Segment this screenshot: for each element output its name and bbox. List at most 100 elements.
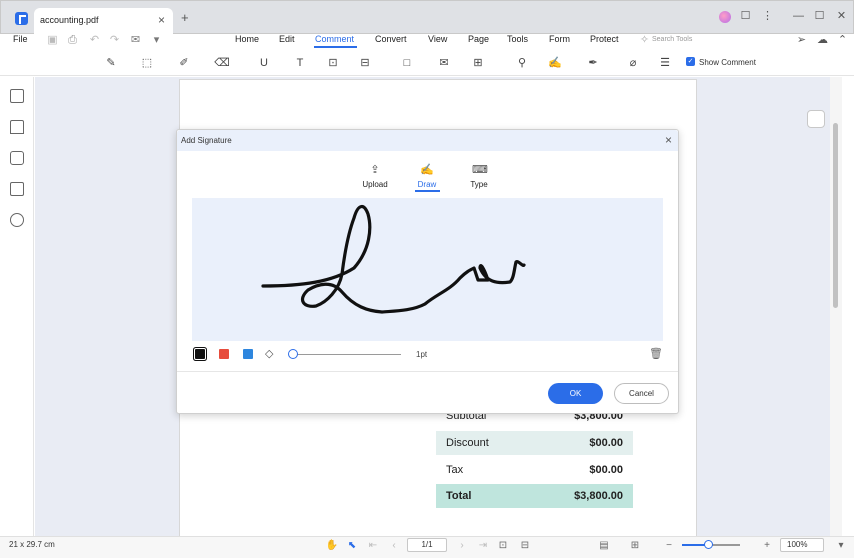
new-tab-button[interactable]: + [181, 11, 189, 24]
clear-signature-icon[interactable]: 🗑 [649, 347, 663, 360]
dialog-header: Add Signature × [177, 130, 678, 151]
measure-tool-icon[interactable]: ⊞ [470, 55, 486, 71]
page-number-input[interactable]: 1/1 [407, 538, 447, 552]
cancel-button[interactable]: Cancel [614, 383, 669, 404]
tab-type[interactable]: ⌨ Type [459, 163, 499, 189]
zoom-slider-thumb[interactable] [704, 540, 713, 549]
left-sidebar [0, 77, 34, 536]
attachments-panel-icon[interactable] [10, 182, 24, 196]
tab-upload-label: Upload [362, 180, 388, 189]
area-highlight-icon[interactable]: ⬚ [139, 55, 155, 71]
eraser-tool-icon[interactable]: ⌫ [214, 55, 230, 71]
thumbnails-icon[interactable] [10, 89, 24, 103]
page-size-label: 21 x 29.7 cm [9, 540, 55, 549]
menu-tools[interactable]: Tools [507, 34, 528, 44]
signature-drawing [261, 205, 526, 314]
cloud-upload-icon[interactable]: ☁ [816, 34, 829, 47]
comment-list-icon[interactable]: ☰ [657, 55, 673, 71]
print-icon[interactable]: ⎙ [66, 34, 79, 47]
shape-tool-icon[interactable]: □ [399, 55, 415, 71]
show-comment-checkbox[interactable]: ✓ [686, 57, 695, 66]
maximize-button[interactable]: ☐ [813, 10, 826, 23]
quick-access-dropdown-icon[interactable]: ▾ [150, 34, 163, 47]
menu-edit[interactable]: Edit [279, 34, 295, 44]
stroke-width-value: 1pt [416, 350, 428, 359]
fit-width-icon[interactable]: ⊟ [518, 539, 532, 553]
color-swatch-black[interactable] [195, 349, 205, 359]
color-swatch-red[interactable] [219, 349, 229, 359]
tab-draw[interactable]: ✍ Draw [407, 163, 447, 189]
menu-form[interactable]: Form [549, 34, 570, 44]
notification-icon[interactable]: ☐ [739, 10, 752, 23]
fit-page-icon[interactable]: ⊡ [496, 539, 510, 553]
text-tool-icon[interactable]: T [292, 55, 308, 71]
signature-canvas[interactable] [192, 198, 663, 341]
page-layout-icon[interactable]: ▤ [597, 539, 611, 553]
dialog-close-icon[interactable]: × [665, 134, 672, 146]
scroll-down-icon[interactable]: ▾ [834, 539, 848, 553]
zoom-level-select[interactable]: 100% [780, 538, 824, 552]
user-avatar[interactable] [719, 11, 731, 23]
prev-page-icon[interactable]: ‹ [387, 539, 401, 553]
next-page-icon[interactable]: › [455, 539, 469, 553]
menu-protect[interactable]: Protect [590, 34, 619, 44]
add-signature-icon[interactable]: ✍ [547, 55, 563, 71]
collapse-ribbon-icon[interactable]: ⌃ [836, 34, 849, 47]
show-comment-label: Show Comment [699, 58, 756, 67]
attachment-icon[interactable]: ⌀ [625, 55, 641, 71]
menu-page[interactable]: Page [468, 34, 489, 44]
text-box-icon[interactable]: ⊡ [325, 55, 341, 71]
underline-tool-icon[interactable]: U [256, 55, 272, 71]
draw-icon: ✍ [420, 164, 434, 176]
row-label: Discount [446, 437, 489, 449]
last-page-icon[interactable]: ⇥ [476, 539, 490, 553]
totals-row-discount: Discount $00.00 [436, 431, 633, 455]
document-tab[interactable]: accounting.pdf × [34, 8, 173, 34]
scrollbar-thumb[interactable] [833, 123, 838, 308]
tab-close-icon[interactable]: × [158, 13, 165, 27]
ok-button[interactable]: OK [548, 383, 603, 404]
comments-panel-icon[interactable] [10, 151, 24, 165]
search-tools-input[interactable]: Search Tools [652, 36, 692, 43]
upload-icon: ⇪ [370, 164, 380, 176]
sign-tool-icon[interactable]: ✒ [585, 55, 601, 71]
search-icon[interactable] [10, 213, 24, 227]
zoom-out-button[interactable]: − [662, 539, 676, 553]
save-icon[interactable]: ▣ [46, 34, 59, 47]
select-tool-icon[interactable]: ⬉ [345, 539, 359, 553]
stroke-width-thumb[interactable] [288, 349, 298, 359]
redo-icon[interactable]: ↷ [108, 34, 121, 47]
more-menu-icon[interactable]: ⋮ [761, 10, 774, 23]
sticky-note-icon[interactable]: ✉ [436, 55, 452, 71]
row-value: $3,800.00 [574, 490, 623, 502]
eraser-icon[interactable]: ◇ [265, 348, 273, 360]
highlight-tool-icon[interactable]: ✎ [103, 55, 119, 71]
stroke-width-slider[interactable] [293, 354, 401, 355]
undo-icon[interactable]: ↶ [88, 34, 101, 47]
first-page-icon[interactable]: ⇤ [366, 539, 380, 553]
pencil-tool-icon[interactable]: ✐ [176, 55, 192, 71]
bookmark-icon[interactable] [10, 120, 24, 134]
tab-upload[interactable]: ⇪ Upload [355, 163, 395, 189]
menu-file[interactable]: File [13, 34, 28, 44]
share-icon[interactable]: ➢ [795, 34, 808, 47]
menu-comment[interactable]: Comment [315, 34, 354, 44]
callout-icon[interactable]: ⊟ [357, 55, 373, 71]
row-value: $00.00 [589, 464, 623, 476]
menu-home[interactable]: Home [235, 34, 259, 44]
menu-convert[interactable]: Convert [375, 34, 407, 44]
zoom-in-button[interactable]: + [760, 539, 774, 553]
dialog-title: Add Signature [181, 136, 232, 145]
row-value: $00.00 [589, 437, 623, 449]
hand-tool-icon[interactable]: ✋ [325, 539, 339, 553]
ai-assistant-button[interactable] [807, 110, 825, 128]
presentation-icon[interactable]: ⊞ [628, 539, 642, 553]
minimize-button[interactable]: — [792, 10, 805, 23]
close-window-button[interactable]: ✕ [835, 10, 848, 23]
menu-view[interactable]: View [428, 34, 447, 44]
email-icon[interactable]: ✉ [129, 34, 142, 47]
app-logo-icon [15, 12, 28, 25]
color-swatch-blue[interactable] [243, 349, 253, 359]
stamp-tool-icon[interactable]: ⚲ [514, 55, 530, 71]
search-tools-icon: ✧ [639, 34, 650, 46]
